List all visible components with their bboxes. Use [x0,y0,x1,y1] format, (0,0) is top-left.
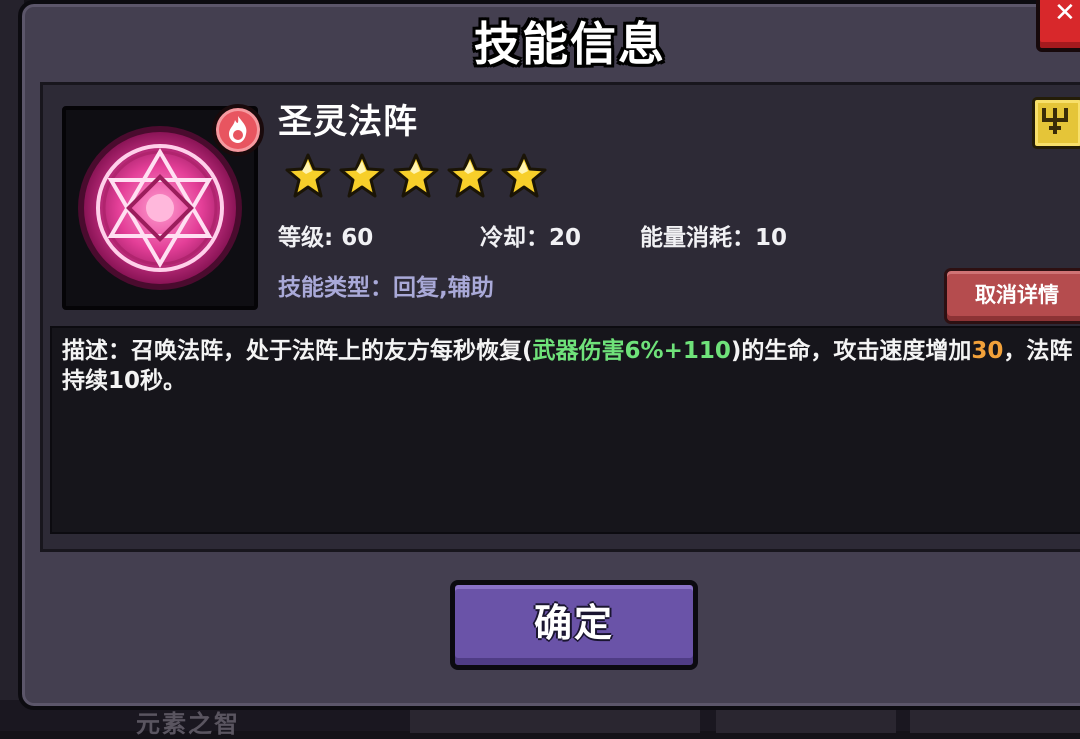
fire-element-badge-icon [212,104,264,156]
confirm-button[interactable]: 确定 [450,580,698,670]
skill-type: 技能类型：回复,辅助 [278,275,494,301]
description-heal-value: 武器伤害6%+110 [532,338,731,364]
star-icon [285,153,331,198]
skill-name: 圣灵法阵 [278,102,418,142]
description-text: 描述：召唤法阵，处于法阵上的友方每秒恢复( [62,338,533,364]
star-icon [447,153,493,198]
description-text: )的生命，攻击速度增加 [730,338,972,364]
star-icon [501,153,547,198]
skill-description: 描述：召唤法阵，处于法阵上的友方每秒恢复(武器伤害6%+110)的生命，攻击速度… [62,336,1080,396]
skill-energy-cost: 能量消耗：10 [640,225,788,251]
star-icon [339,153,385,198]
trident-rank-icon[interactable] [1032,97,1080,149]
description-attack-speed-value: 30 [971,338,1004,364]
close-button[interactable]: ✕ [1036,0,1080,52]
dialog-title: 技能信息 [474,17,666,71]
star-icon [393,153,439,198]
cancel-detail-button[interactable]: 取消详情 [944,268,1080,324]
background-slot [910,708,1080,733]
skill-cooldown: 冷却：20 [480,225,582,251]
close-icon: ✕ [1054,0,1076,28]
skill-level: 等级: 60 [278,225,374,251]
background-slot [410,708,700,733]
background-slot [716,708,896,733]
